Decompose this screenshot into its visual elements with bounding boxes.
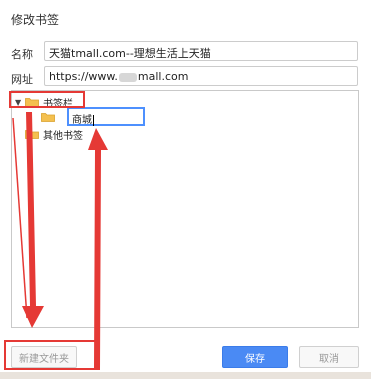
annotation-box-new-folder (4, 340, 100, 370)
url-input[interactable]: https://www. mall.com (44, 66, 358, 86)
bottom-background-strip (0, 372, 371, 379)
text-caret (93, 114, 94, 126)
folder-name-edit-input[interactable]: 商城 (67, 107, 145, 126)
tree-item-label: 其他书签 (43, 130, 83, 142)
url-redacted-part (118, 72, 137, 82)
url-input-prefix: https://www. (49, 70, 118, 83)
folder-icon (41, 113, 55, 122)
tree-item-other-bookmarks[interactable]: 其他书签 (25, 126, 83, 142)
edit-bookmark-dialog: 修改书签 名称 天猫tmall.com--理想生活上天猫 网址 https://… (0, 0, 371, 379)
name-label: 名称 (11, 48, 33, 61)
url-input-suffix: mall.com (137, 70, 189, 83)
name-input[interactable]: 天猫tmall.com--理想生活上天猫 (44, 41, 358, 61)
cancel-button[interactable]: 取消 (299, 346, 359, 368)
save-button[interactable]: 保存 (222, 346, 288, 368)
name-input-value: 天猫tmall.com--理想生活上天猫 (49, 47, 211, 60)
url-label: 网址 (11, 73, 33, 86)
folder-icon (25, 130, 39, 139)
dialog-title: 修改书签 (11, 13, 60, 27)
annotation-box-bookmarks-bar (9, 91, 85, 108)
folder-name-edit-value: 商城 (72, 115, 92, 126)
tree-item-new-folder[interactable] (41, 109, 59, 125)
